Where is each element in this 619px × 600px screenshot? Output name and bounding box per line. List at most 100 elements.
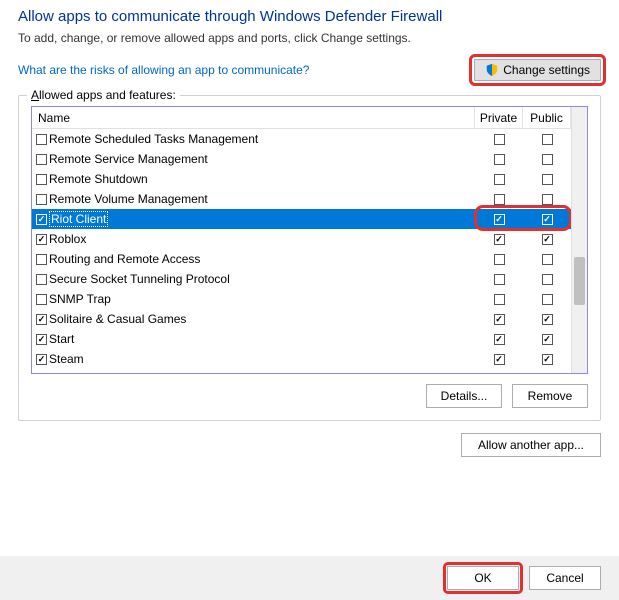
app-enabled-checkbox[interactable]: [36, 214, 47, 225]
app-enabled-checkbox[interactable]: [36, 134, 47, 145]
ok-button[interactable]: OK: [447, 566, 519, 590]
allow-another-button[interactable]: Allow another app...: [461, 433, 601, 457]
private-checkbox[interactable]: [494, 334, 505, 345]
public-cell[interactable]: [523, 254, 571, 265]
private-checkbox[interactable]: [494, 354, 505, 365]
private-checkbox[interactable]: [494, 134, 505, 145]
private-cell[interactable]: [475, 314, 523, 325]
col-public[interactable]: Public: [523, 107, 571, 128]
public-checkbox[interactable]: [542, 334, 553, 345]
app-name-label: Steam: [49, 352, 84, 366]
private-checkbox[interactable]: [494, 314, 505, 325]
app-name-cell[interactable]: Routing and Remote Access: [32, 252, 475, 266]
private-cell[interactable]: [475, 194, 523, 205]
private-checkbox[interactable]: [494, 274, 505, 285]
private-checkbox[interactable]: [494, 174, 505, 185]
public-checkbox[interactable]: [542, 174, 553, 185]
public-cell[interactable]: [523, 274, 571, 285]
private-cell[interactable]: [475, 274, 523, 285]
public-checkbox[interactable]: [542, 274, 553, 285]
table-row[interactable]: Steam: [32, 349, 571, 369]
app-name-cell[interactable]: Riot Client: [32, 211, 475, 227]
private-checkbox[interactable]: [494, 194, 505, 205]
private-checkbox[interactable]: [494, 154, 505, 165]
private-cell[interactable]: [475, 294, 523, 305]
table-row[interactable]: Remote Service Management: [32, 149, 571, 169]
apps-table: Name Private Public Remote Scheduled Tas…: [31, 106, 588, 374]
app-enabled-checkbox[interactable]: [36, 234, 47, 245]
private-checkbox[interactable]: [494, 254, 505, 265]
app-name-cell[interactable]: SNMP Trap: [32, 292, 475, 306]
private-cell[interactable]: [475, 354, 523, 365]
public-checkbox[interactable]: [542, 294, 553, 305]
table-row[interactable]: Remote Shutdown: [32, 169, 571, 189]
private-cell[interactable]: [475, 234, 523, 245]
app-name-cell[interactable]: Remote Volume Management: [32, 192, 475, 206]
public-checkbox[interactable]: [542, 314, 553, 325]
private-cell[interactable]: [475, 334, 523, 345]
change-settings-button[interactable]: Change settings: [474, 59, 601, 81]
public-cell[interactable]: [523, 334, 571, 345]
private-cell[interactable]: [475, 254, 523, 265]
app-enabled-checkbox[interactable]: [36, 154, 47, 165]
table-row[interactable]: Riot Client: [32, 209, 571, 229]
public-checkbox[interactable]: [542, 214, 553, 225]
public-checkbox[interactable]: [542, 254, 553, 265]
table-row[interactable]: Solitaire & Casual Games: [32, 309, 571, 329]
public-cell[interactable]: [523, 214, 571, 225]
public-checkbox[interactable]: [542, 234, 553, 245]
app-name-label: Remote Volume Management: [49, 192, 208, 206]
app-name-cell[interactable]: Solitaire & Casual Games: [32, 312, 475, 326]
public-checkbox[interactable]: [542, 354, 553, 365]
scrollbar[interactable]: [571, 107, 587, 373]
app-name-cell[interactable]: Roblox: [32, 232, 475, 246]
private-cell[interactable]: [475, 174, 523, 185]
private-checkbox[interactable]: [494, 234, 505, 245]
app-name-cell[interactable]: Start: [32, 332, 475, 346]
app-enabled-checkbox[interactable]: [36, 334, 47, 345]
private-checkbox[interactable]: [494, 214, 505, 225]
app-name-cell[interactable]: Secure Socket Tunneling Protocol: [32, 272, 475, 286]
table-row[interactable]: Remote Scheduled Tasks Management: [32, 129, 571, 149]
app-name-label: Roblox: [49, 232, 86, 246]
public-cell[interactable]: [523, 294, 571, 305]
col-name[interactable]: Name: [32, 107, 475, 128]
table-row[interactable]: Routing and Remote Access: [32, 249, 571, 269]
table-row[interactable]: Start: [32, 329, 571, 349]
app-name-cell[interactable]: Remote Service Management: [32, 152, 475, 166]
public-checkbox[interactable]: [542, 194, 553, 205]
table-row[interactable]: SNMP Trap: [32, 289, 571, 309]
remove-button[interactable]: Remove: [512, 384, 588, 408]
table-row[interactable]: Roblox: [32, 229, 571, 249]
public-cell[interactable]: [523, 194, 571, 205]
private-cell[interactable]: [475, 154, 523, 165]
public-cell[interactable]: [523, 174, 571, 185]
details-button[interactable]: Details...: [426, 384, 502, 408]
app-enabled-checkbox[interactable]: [36, 194, 47, 205]
private-cell[interactable]: [475, 134, 523, 145]
scroll-thumb[interactable]: [574, 257, 585, 305]
table-row[interactable]: Secure Socket Tunneling Protocol: [32, 269, 571, 289]
public-cell[interactable]: [523, 314, 571, 325]
table-row[interactable]: Remote Volume Management: [32, 189, 571, 209]
app-name-cell[interactable]: Remote Shutdown: [32, 172, 475, 186]
app-name-cell[interactable]: Remote Scheduled Tasks Management: [32, 132, 475, 146]
public-cell[interactable]: [523, 154, 571, 165]
app-name-cell[interactable]: Steam: [32, 352, 475, 366]
public-cell[interactable]: [523, 234, 571, 245]
app-enabled-checkbox[interactable]: [36, 314, 47, 325]
app-enabled-checkbox[interactable]: [36, 354, 47, 365]
app-enabled-checkbox[interactable]: [36, 174, 47, 185]
public-cell[interactable]: [523, 134, 571, 145]
public-cell[interactable]: [523, 354, 571, 365]
risk-link[interactable]: What are the risks of allowing an app to…: [18, 63, 309, 77]
col-private[interactable]: Private: [475, 107, 523, 128]
public-checkbox[interactable]: [542, 134, 553, 145]
app-enabled-checkbox[interactable]: [36, 254, 47, 265]
cancel-button[interactable]: Cancel: [529, 566, 601, 590]
app-enabled-checkbox[interactable]: [36, 294, 47, 305]
private-checkbox[interactable]: [494, 294, 505, 305]
app-enabled-checkbox[interactable]: [36, 274, 47, 285]
private-cell[interactable]: [475, 214, 523, 225]
public-checkbox[interactable]: [542, 154, 553, 165]
